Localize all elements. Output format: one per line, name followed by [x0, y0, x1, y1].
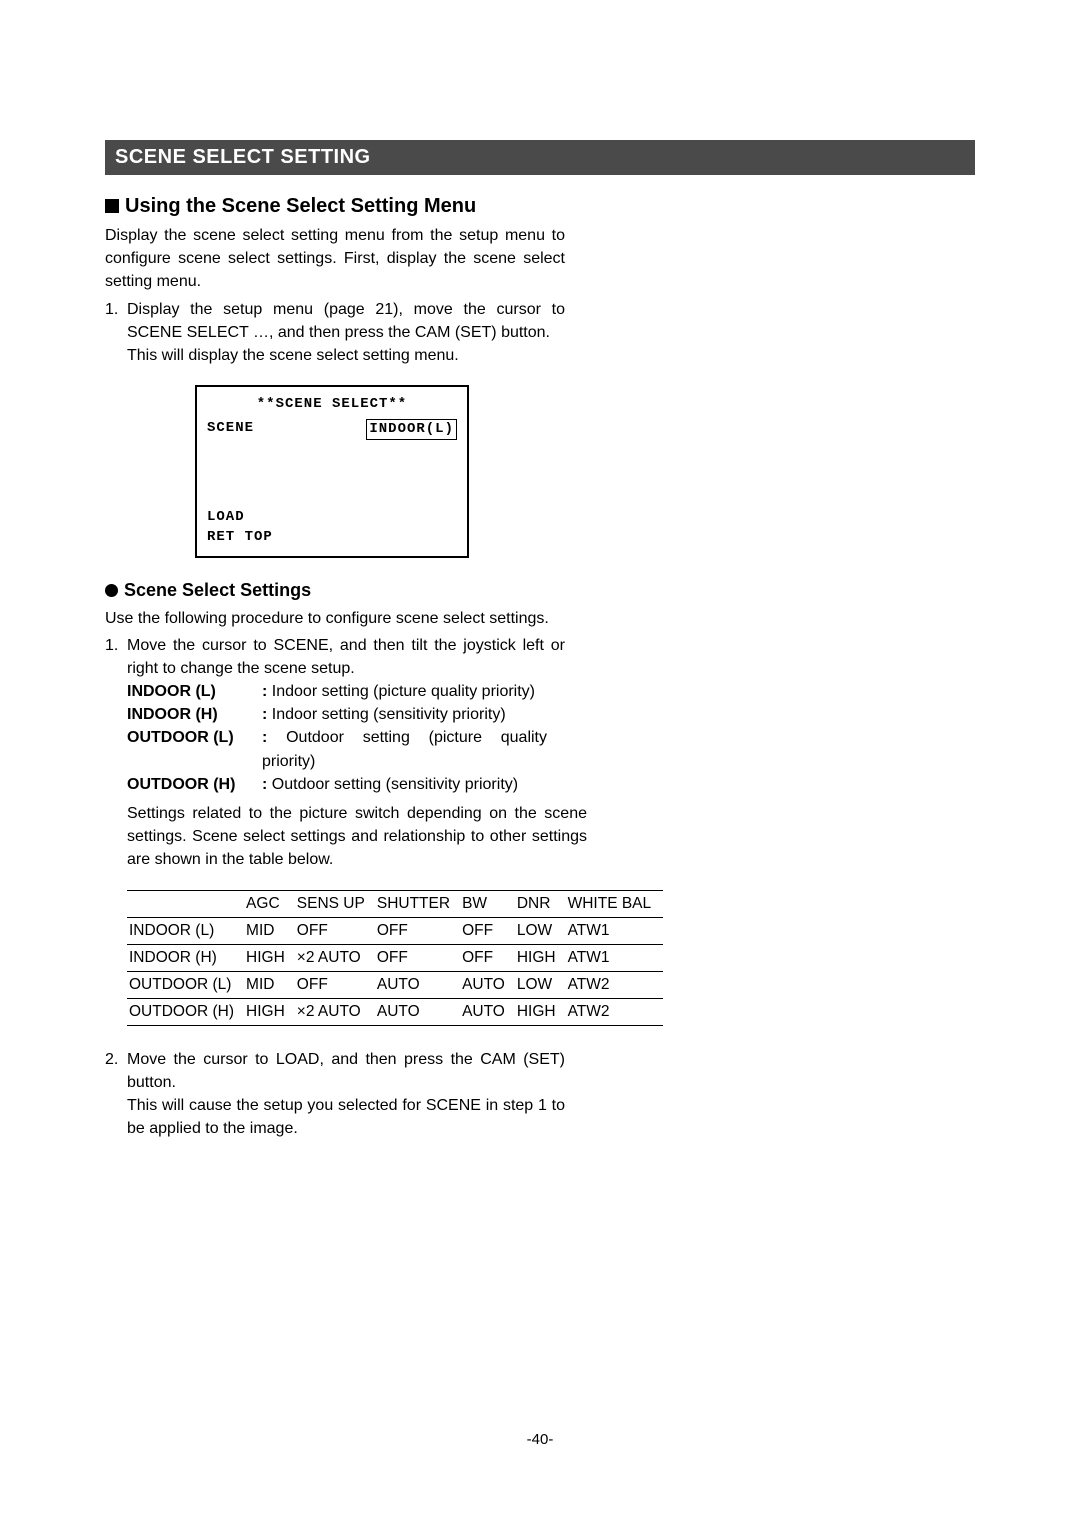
def-body: Indoor setting (picture quality priority…: [272, 683, 535, 700]
cell: AUTO: [377, 971, 462, 998]
th-dnr: DNR: [517, 890, 568, 917]
th-agc: AGC: [246, 890, 297, 917]
osd-scene-value: INDOOR(L): [366, 419, 457, 441]
step2-line-a: Move the cursor to LOAD, and then press …: [127, 1048, 565, 1094]
using-menu-title-text: Using the Scene Select Setting Menu: [125, 195, 476, 217]
th-whitebal: WHITE BAL: [568, 890, 664, 917]
cell: OUTDOOR (L): [127, 971, 246, 998]
def-outdoor-l: OUTDOOR (L) : Outdoor setting (picture q…: [127, 726, 547, 772]
th-bw: BW: [462, 890, 517, 917]
cell: ×2 AUTO: [297, 998, 377, 1025]
intro-paragraph: Display the scene select setting menu fr…: [105, 224, 565, 294]
def-outdoor-h: OUTDOOR (H) : Outdoor setting (sensitivi…: [127, 773, 547, 796]
settings-table: AGC SENS UP SHUTTER BW DNR WHITE BAL IND…: [127, 890, 663, 1026]
def-term: OUTDOOR (L): [127, 726, 262, 772]
scene-select-settings-title: Scene Select Settings: [105, 580, 975, 601]
th-sensup: SENS UP: [297, 890, 377, 917]
osd-scene-label: SCENE: [207, 419, 254, 441]
section-header: SCENE SELECT SETTING: [105, 140, 975, 175]
cell: OFF: [297, 971, 377, 998]
def-term: OUTDOOR (H): [127, 773, 262, 796]
cell: ×2 AUTO: [297, 944, 377, 971]
cell: HIGH: [246, 944, 297, 971]
def-term: INDOOR (H): [127, 703, 262, 726]
def-body: Outdoor setting (picture quality priorit…: [262, 729, 547, 769]
step1-line-a: Display the setup menu (page 21), move t…: [127, 298, 565, 344]
cell: OFF: [377, 917, 462, 944]
def-body: Outdoor setting (sensitivity priority): [272, 776, 518, 793]
def-term: INDOOR (L): [127, 680, 262, 703]
cell: OUTDOOR (H): [127, 998, 246, 1025]
def-indoor-l: INDOOR (L) : Indoor setting (picture qua…: [127, 680, 547, 703]
table-header-row: AGC SENS UP SHUTTER BW DNR WHITE BAL: [127, 890, 663, 917]
osd-title: **SCENE SELECT**: [207, 395, 457, 415]
step1: 1. Display the setup menu (page 21), mov…: [105, 298, 565, 368]
scene-select-settings-title-text: Scene Select Settings: [124, 580, 311, 600]
step2: 2. Move the cursor to LOAD, and then pre…: [105, 1048, 565, 1141]
table-row: INDOOR (L) MID OFF OFF OFF LOW ATW1: [127, 917, 663, 944]
cell: ATW1: [568, 944, 664, 971]
step-number: 1.: [105, 298, 127, 368]
cell: ATW2: [568, 998, 664, 1025]
step1-line-b: This will display the scene select setti…: [127, 344, 565, 367]
table-row: OUTDOOR (H) HIGH ×2 AUTO AUTO AUTO HIGH …: [127, 998, 663, 1025]
cell: AUTO: [377, 998, 462, 1025]
step2-line-b: This will cause the setup you selected f…: [127, 1094, 565, 1140]
settings-closing: Settings related to the picture switch d…: [127, 802, 587, 872]
settings-intro: Use the following procedure to configure…: [105, 607, 565, 630]
osd-ret-top: RET TOP: [207, 528, 457, 548]
settings-step1: 1. Move the cursor to SCENE, and then ti…: [105, 634, 565, 680]
using-menu-title: Using the Scene Select Setting Menu: [105, 195, 975, 218]
def-indoor-h: INDOOR (H) : Indoor setting (sensitivity…: [127, 703, 547, 726]
cell: ATW1: [568, 917, 664, 944]
square-bullet-icon: [105, 199, 119, 213]
circle-bullet-icon: [105, 584, 118, 597]
cell: OFF: [377, 944, 462, 971]
cell: LOW: [517, 917, 568, 944]
cell: OFF: [462, 917, 517, 944]
table-row: INDOOR (H) HIGH ×2 AUTO OFF OFF HIGH ATW…: [127, 944, 663, 971]
osd-menu: **SCENE SELECT** SCENE INDOOR(L) LOAD RE…: [195, 385, 469, 557]
step-number: 1.: [105, 634, 127, 680]
cell: AUTO: [462, 998, 517, 1025]
cell: AUTO: [462, 971, 517, 998]
def-body: Indoor setting (sensitivity priority): [272, 706, 506, 723]
cell: LOW: [517, 971, 568, 998]
cell: MID: [246, 917, 297, 944]
cell: HIGH: [517, 944, 568, 971]
osd-load: LOAD: [207, 508, 457, 528]
cell: OFF: [297, 917, 377, 944]
step-number: 2.: [105, 1048, 127, 1141]
th-blank: [127, 890, 246, 917]
table-row: OUTDOOR (L) MID OFF AUTO AUTO LOW ATW2: [127, 971, 663, 998]
cell: ATW2: [568, 971, 664, 998]
settings-step1-text: Move the cursor to SCENE, and then tilt …: [127, 634, 565, 680]
cell: INDOOR (H): [127, 944, 246, 971]
cell: HIGH: [517, 998, 568, 1025]
cell: INDOOR (L): [127, 917, 246, 944]
cell: HIGH: [246, 998, 297, 1025]
page-number: -40-: [0, 1431, 1080, 1448]
cell: MID: [246, 971, 297, 998]
cell: OFF: [462, 944, 517, 971]
th-shutter: SHUTTER: [377, 890, 462, 917]
